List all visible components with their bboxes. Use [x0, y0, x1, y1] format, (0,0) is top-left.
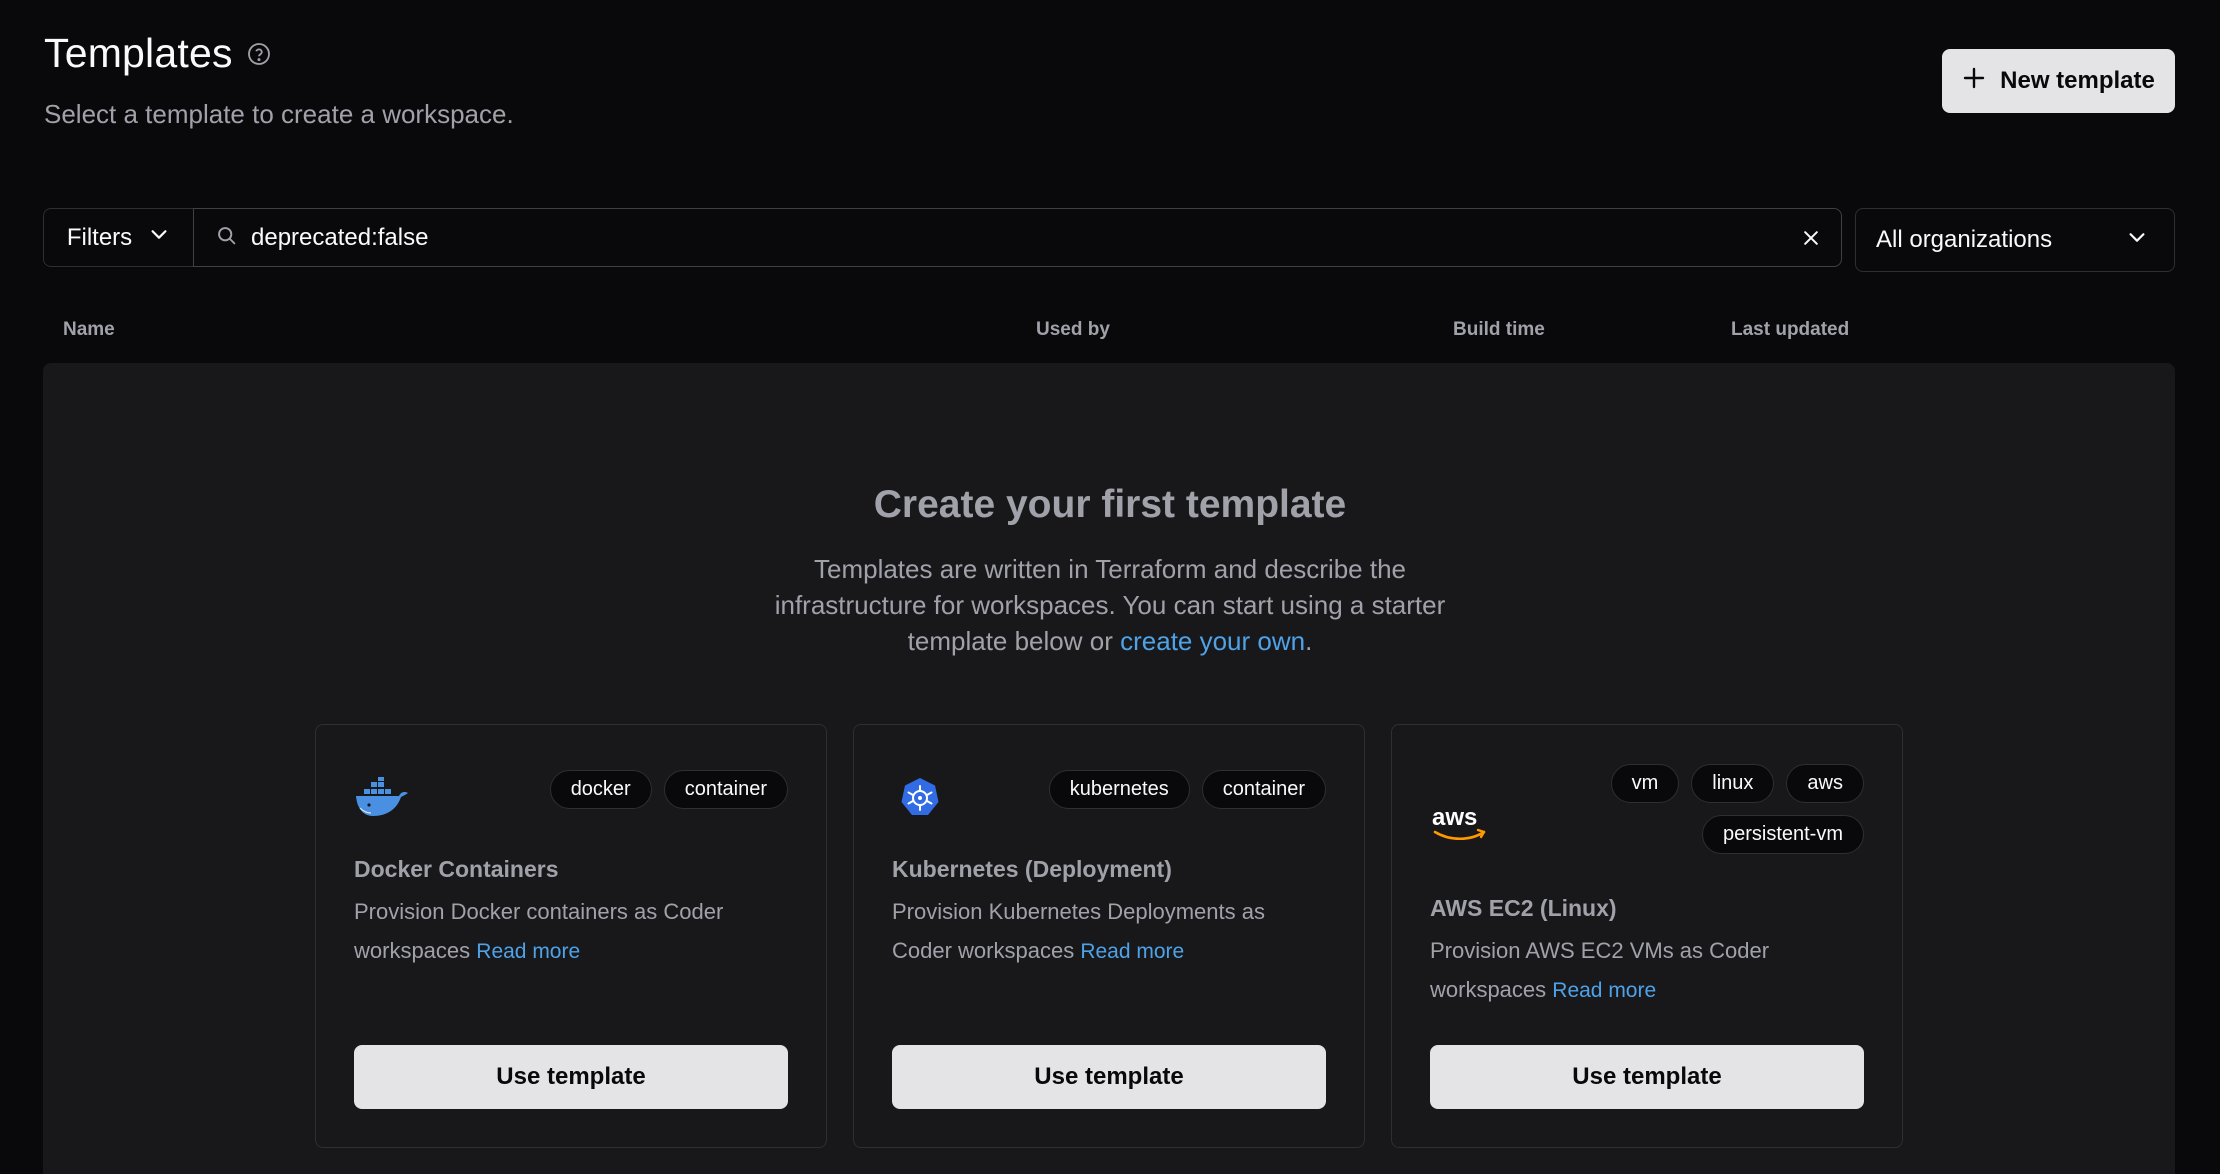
starter-description: Provision Docker containers as Coder wor… [354, 892, 774, 971]
read-more-link[interactable]: Read more [1552, 979, 1656, 1002]
tag-chip[interactable]: linux [1691, 764, 1775, 803]
column-header-used-by: Used by [1036, 319, 1110, 340]
starter-card-docker: docker container Docker Containers Provi… [315, 724, 827, 1148]
kubernetes-icon [892, 769, 948, 825]
empty-state-description: Templates are written in Terraform and d… [745, 551, 1475, 659]
chevron-down-icon [148, 223, 170, 252]
create-your-own-link[interactable]: create your own [1120, 626, 1305, 656]
tag-chip[interactable]: docker [549, 770, 652, 809]
read-more-link[interactable]: Read more [476, 940, 580, 963]
filters-button[interactable]: Filters [43, 208, 194, 267]
tag-list: docker container [458, 770, 788, 809]
aws-icon: aws [1430, 795, 1490, 851]
tag-chip[interactable]: container [1201, 770, 1326, 809]
use-template-button[interactable]: Use template [1430, 1045, 1864, 1109]
svg-text:aws: aws [1432, 804, 1477, 831]
search-icon [216, 225, 237, 251]
plus-icon [1962, 66, 1986, 97]
clear-search-icon[interactable] [1781, 209, 1841, 266]
organization-select[interactable]: All organizations [1855, 208, 2175, 272]
search-input[interactable] [251, 223, 1781, 252]
read-more-link[interactable]: Read more [1080, 940, 1184, 963]
new-template-button[interactable]: New template [1942, 49, 2175, 113]
starter-card-aws: aws vm linux aws persistent-vm AWS EC2 (… [1391, 724, 1903, 1148]
starter-card-kubernetes: kubernetes container Kubernetes (Deploym… [853, 724, 1365, 1148]
empty-state-description-suffix: . [1305, 626, 1313, 656]
docker-icon [354, 769, 410, 825]
chevron-down-icon [2126, 226, 2148, 255]
starter-name: AWS EC2 (Linux) [1430, 895, 1617, 921]
tag-chip[interactable]: persistent-vm [1701, 815, 1864, 854]
tag-chip[interactable]: aws [1786, 764, 1864, 803]
filters-label: Filters [66, 223, 133, 251]
starter-name: Kubernetes (Deployment) [892, 856, 1172, 882]
help-circle-icon[interactable] [247, 42, 271, 66]
empty-state-title: Create your first template [873, 483, 1347, 526]
starter-description: Provision AWS EC2 VMs as Coder workspace… [1430, 931, 1850, 1010]
tag-chip[interactable]: kubernetes [1048, 770, 1190, 809]
page-title: Templates [44, 30, 233, 76]
tag-chip[interactable]: vm [1610, 764, 1680, 803]
tag-chip[interactable]: container [663, 770, 788, 809]
use-template-button[interactable]: Use template [354, 1045, 788, 1109]
templates-page: Templates Select a template to create a … [0, 0, 2220, 1174]
empty-state-description-text: Templates are written in Terraform and d… [774, 554, 1446, 656]
search-box [193, 208, 1842, 267]
starter-description: Provision Kubernetes Deployments as Code… [892, 892, 1312, 971]
column-header-build-time: Build time [1453, 319, 1545, 340]
tag-list: vm linux aws persistent-vm [1534, 764, 1864, 854]
column-header-last-updated: Last updated [1731, 319, 1850, 340]
starter-name: Docker Containers [354, 856, 559, 882]
page-subtitle: Select a template to create a workspace. [44, 99, 514, 129]
tag-list: kubernetes container [996, 770, 1326, 809]
organization-selected: All organizations [1876, 226, 2053, 253]
column-header-name: Name [63, 319, 115, 340]
starter-description-text: Provision Kubernetes Deployments as Code… [892, 899, 1265, 963]
new-template-label: New template [2000, 67, 2155, 94]
use-template-button[interactable]: Use template [892, 1045, 1326, 1109]
title-row: Templates [44, 30, 271, 77]
